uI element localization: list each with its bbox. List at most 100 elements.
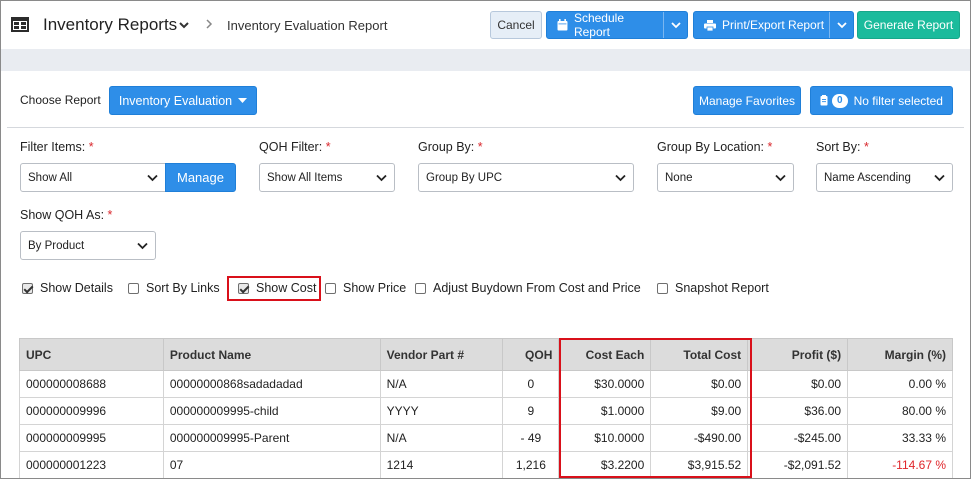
chevron-right-icon: [206, 19, 213, 29]
cell-product-name: 07: [162, 451, 381, 478]
qoh-filter-select[interactable]: Show All Items: [259, 163, 395, 192]
cell-margin: 33.33 %: [847, 424, 953, 452]
qoh-filter-value: Show All Items: [267, 171, 343, 184]
sort-by-label-text: Sort By:: [816, 140, 861, 154]
adjust-buydown-label: Adjust Buydown From Cost and Price: [433, 281, 641, 295]
chevron-down-icon: [376, 174, 387, 182]
sort-by-select[interactable]: Name Ascending: [816, 163, 953, 192]
schedule-dropdown-toggle[interactable]: [663, 12, 687, 38]
choose-report-value: Inventory Evaluation: [118, 93, 233, 108]
snapshot-report-label: Snapshot Report: [675, 281, 769, 295]
column-header-qoh[interactable]: QOH: [502, 338, 560, 371]
qoh-filter-label-text: QOH Filter:: [259, 140, 323, 154]
cell-vendor-part: N/A: [379, 370, 504, 398]
print-export-main[interactable]: Print/Export Report: [694, 12, 829, 38]
chevron-down-icon: [934, 174, 945, 182]
sort-by-links-label: Sort By Links: [146, 281, 220, 295]
option-sort-by-links[interactable]: Sort By Links: [128, 281, 220, 295]
schedule-report-main[interactable]: Schedule Report: [547, 11, 663, 39]
table-row[interactable]: 000000009996 000000009995-child YYYY 9 $…: [19, 397, 953, 425]
cell-qoh: 0: [502, 370, 560, 398]
cell-upc: 000000008688: [19, 370, 164, 398]
manage-filter-items-button[interactable]: Manage: [165, 163, 236, 192]
required-mark: *: [325, 140, 331, 154]
print-export-label: Print/Export Report: [722, 18, 825, 32]
column-header-profit[interactable]: Profit ($): [747, 338, 849, 371]
cell-upc: 000000009995: [19, 424, 164, 452]
column-header-vendor-part[interactable]: Vendor Part #: [379, 338, 504, 371]
required-mark: *: [88, 140, 94, 154]
snapshot-report-checkbox[interactable]: [657, 282, 668, 294]
cell-vendor-part: YYYY: [379, 397, 504, 425]
filter-items-select[interactable]: Show All: [20, 163, 166, 192]
option-show-price[interactable]: Show Price: [325, 281, 406, 295]
caret-down-icon: [238, 97, 248, 103]
group-by-label: Group By: *: [418, 140, 483, 154]
chevron-down-icon: [775, 174, 786, 182]
schedule-report-button[interactable]: Schedule Report: [546, 11, 688, 39]
option-adjust-buydown[interactable]: Adjust Buydown From Cost and Price: [415, 281, 641, 295]
choose-report-dropdown[interactable]: Inventory Evaluation: [109, 86, 257, 115]
breadcrumb: Inventory Evaluation Report: [227, 18, 388, 33]
cost-columns-highlight: [559, 338, 752, 478]
column-header-product-name[interactable]: Product Name: [162, 338, 381, 371]
chevron-down-icon: [615, 174, 626, 182]
manage-favorites-button[interactable]: Manage Favorites: [693, 86, 801, 115]
chevron-down-icon: [670, 21, 681, 28]
cell-vendor-part: N/A: [379, 424, 504, 452]
sort-by-value: Name Ascending: [824, 171, 911, 184]
show-qoh-as-select[interactable]: By Product: [20, 231, 156, 260]
option-snapshot-report[interactable]: Snapshot Report: [657, 281, 769, 295]
show-details-label: Show Details: [40, 281, 113, 295]
group-by-label-text: Group By:: [418, 140, 475, 154]
chevron-down-icon[interactable]: [177, 18, 191, 32]
required-mark: *: [767, 140, 773, 154]
calendar-icon: [557, 19, 568, 31]
app-title[interactable]: Inventory Reports: [43, 15, 177, 35]
group-by-select[interactable]: Group By UPC: [418, 163, 634, 192]
group-by-location-select[interactable]: None: [657, 163, 794, 192]
cell-profit: -$2,091.52: [747, 451, 849, 478]
filter-items-label-text: Filter Items:: [20, 140, 86, 154]
sort-by-label: Sort By: *: [816, 140, 869, 154]
print-export-button[interactable]: Print/Export Report: [693, 11, 854, 39]
filter-count-badge: 0: [832, 93, 848, 108]
filter-items-label: Filter Items: *: [20, 140, 94, 154]
group-by-value: Group By UPC: [426, 171, 503, 184]
generate-report-button[interactable]: Generate Report: [857, 11, 960, 39]
cell-qoh: 1,216: [502, 451, 560, 478]
adjust-buydown-checkbox[interactable]: [415, 282, 426, 294]
option-show-details[interactable]: Show Details: [22, 281, 113, 295]
group-by-location-label-text: Group By Location:: [657, 140, 765, 154]
cell-vendor-part: 1214: [379, 451, 504, 478]
cell-qoh: - 49: [502, 424, 560, 452]
inventory-table: UPC Product Name Vendor Part # QOH Cost …: [19, 338, 953, 478]
header-divider-band: [1, 49, 970, 71]
filter-selection-button[interactable]: 0 No filter selected: [810, 86, 953, 115]
group-by-location-label: Group By Location: *: [657, 140, 772, 154]
sort-by-links-checkbox[interactable]: [128, 282, 139, 294]
table-row[interactable]: 000000009995 000000009995-Parent N/A - 4…: [19, 424, 953, 452]
show-qoh-as-label: Show QOH As: *: [20, 208, 112, 222]
cell-margin: -114.67 %: [847, 451, 953, 478]
schedule-report-label: Schedule Report: [573, 11, 624, 39]
column-header-upc[interactable]: UPC: [19, 338, 164, 371]
show-details-checkbox[interactable]: [22, 282, 33, 294]
chevron-down-icon: [147, 174, 158, 182]
cell-margin: 80.00 %: [847, 397, 953, 425]
section-divider: [7, 127, 964, 128]
cell-upc: 000000009996: [19, 397, 164, 425]
cell-qoh: 9: [502, 397, 560, 425]
show-price-checkbox[interactable]: [325, 282, 336, 294]
table-row[interactable]: 000000008688 00000000868sadadadad N/A 0 …: [19, 370, 953, 398]
print-dropdown-toggle[interactable]: [829, 12, 853, 38]
app-window: Inventory Reports Inventory Evaluation R…: [0, 0, 971, 479]
column-header-margin[interactable]: Margin (%): [847, 338, 953, 371]
choose-report-label: Choose Report: [20, 93, 101, 107]
table-row[interactable]: 000000001223 07 1214 1,216 $3.2200 $3,91…: [19, 451, 953, 478]
printer-icon: [704, 19, 716, 31]
show-qoh-as-value: By Product: [28, 239, 85, 252]
cancel-button[interactable]: Cancel: [490, 11, 542, 39]
table-header-row: UPC Product Name Vendor Part # QOH Cost …: [19, 338, 953, 371]
cell-profit: -$245.00: [747, 424, 849, 452]
